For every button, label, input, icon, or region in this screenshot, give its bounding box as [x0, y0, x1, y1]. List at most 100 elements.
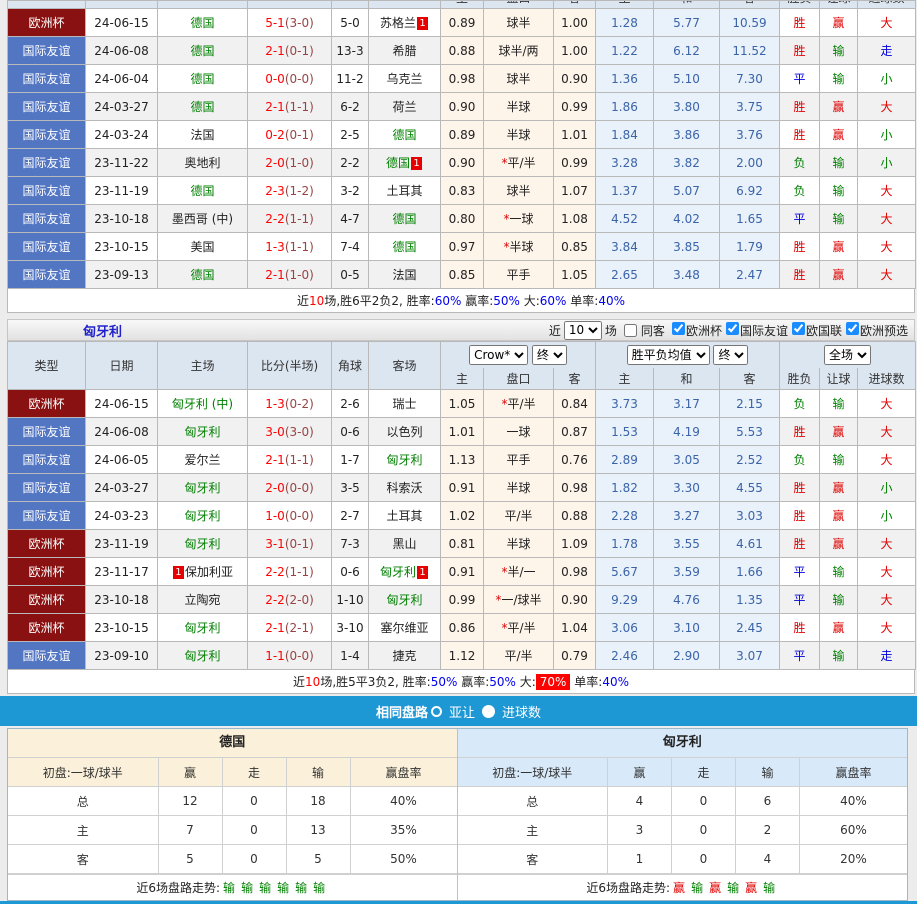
- col-subheader-cell: 进球数: [858, 368, 916, 390]
- team-name[interactable]: 捷克: [392, 649, 416, 663]
- team-name[interactable]: 法国: [190, 128, 214, 142]
- league-filter-checkbox[interactable]: [726, 322, 739, 335]
- team-name[interactable]: 土耳其: [386, 509, 422, 523]
- league-cell[interactable]: 国际友谊: [8, 37, 86, 65]
- team-name[interactable]: 美国: [190, 240, 214, 254]
- team-name[interactable]: 黑山: [392, 537, 416, 551]
- team-name[interactable]: 乌克兰: [386, 72, 422, 86]
- team-name[interactable]: 德国: [386, 156, 410, 170]
- handicap-line-text: 半球: [506, 537, 530, 551]
- team-name[interactable]: 匈牙利: [184, 649, 220, 663]
- home-team-cell: 1保加利亚: [158, 558, 248, 586]
- recent-count-select[interactable]: 10: [564, 321, 602, 340]
- corner-cell: 3-10: [332, 614, 369, 642]
- team-name[interactable]: 法国: [392, 268, 416, 282]
- league-filter-group: 欧洲杯国际友谊欧国联欧洲预选: [668, 322, 908, 339]
- team-name[interactable]: 匈牙利: [184, 481, 220, 495]
- league-filter-checkbox[interactable]: [792, 322, 805, 335]
- clipped-header-cell: 客: [720, 1, 780, 9]
- away-team-cell: 苏格兰1: [369, 9, 441, 37]
- league-filter-checkbox[interactable]: [672, 322, 685, 335]
- handicap-home-odds: 1.12: [441, 642, 484, 670]
- team-name[interactable]: 保加利亚: [185, 565, 233, 579]
- team-name[interactable]: 德国: [392, 240, 416, 254]
- date-cell: 24-03-27: [86, 474, 158, 502]
- handicap-line-text: 半球: [506, 100, 530, 114]
- team-name[interactable]: 德国: [190, 268, 214, 282]
- away-team-cell: 黑山: [369, 530, 441, 558]
- team-name[interactable]: 爱尔兰: [184, 453, 220, 467]
- team-name[interactable]: 德国: [190, 72, 214, 86]
- full-time-score: 2-2: [265, 593, 285, 607]
- stats-value: 5: [286, 845, 350, 874]
- half-time-score: (0-1): [285, 44, 314, 58]
- euro-draw-odds: 5.77: [654, 9, 720, 37]
- team-name[interactable]: 德国: [190, 100, 214, 114]
- clipped-header-cell: [248, 1, 332, 9]
- handicap-final-select[interactable]: 终: [532, 345, 567, 365]
- league-cell[interactable]: 国际友谊: [8, 418, 86, 446]
- team-name[interactable]: 苏格兰: [380, 16, 416, 30]
- wdl-average-select[interactable]: 胜平负均值: [627, 345, 710, 365]
- team-name[interactable]: 荷兰: [392, 100, 416, 114]
- hungary-team-title[interactable]: 匈牙利: [8, 321, 122, 340]
- league-cell[interactable]: 国际友谊: [8, 502, 86, 530]
- team-name[interactable]: 瑞士: [392, 397, 416, 411]
- euro-home-odds: 3.28: [596, 149, 654, 177]
- team-name[interactable]: 立陶宛: [184, 593, 220, 607]
- league-cell[interactable]: 国际友谊: [8, 233, 86, 261]
- team-name[interactable]: 德国: [392, 212, 416, 226]
- league-cell[interactable]: 国际友谊: [8, 642, 86, 670]
- asian-handicap-radio[interactable]: [431, 706, 442, 717]
- league-cell[interactable]: 国际友谊: [8, 177, 86, 205]
- team-name[interactable]: 塞尔维亚: [380, 621, 428, 635]
- league-filter-checkbox[interactable]: [846, 322, 859, 335]
- league-cell[interactable]: 国际友谊: [8, 65, 86, 93]
- team-name[interactable]: 匈牙利: [386, 593, 422, 607]
- team-name[interactable]: 匈牙利: [380, 565, 416, 579]
- team-name[interactable]: 以色列: [386, 425, 422, 439]
- league-cell[interactable]: 国际友谊: [8, 205, 86, 233]
- handicap-line: 半球: [484, 121, 554, 149]
- team-name[interactable]: 德国: [190, 184, 214, 198]
- league-cell[interactable]: 欧洲杯: [8, 390, 86, 418]
- bookmaker-select[interactable]: Crow*: [469, 345, 528, 365]
- full-match-select[interactable]: 全场: [824, 345, 871, 365]
- league-cell[interactable]: 国际友谊: [8, 121, 86, 149]
- team-name[interactable]: 德国: [392, 128, 416, 142]
- same-away-label: 同客: [641, 322, 665, 339]
- goals-radio[interactable]: [482, 705, 495, 718]
- team-name[interactable]: 匈牙利: [184, 509, 220, 523]
- corner-cell: 0-5: [332, 261, 369, 289]
- league-cell[interactable]: 欧洲杯: [8, 558, 86, 586]
- handicap-line: 半球: [484, 474, 554, 502]
- euro-draw-odds: 4.76: [654, 586, 720, 614]
- team-name[interactable]: 德国: [190, 44, 214, 58]
- team-name[interactable]: 奥地利: [184, 156, 220, 170]
- league-cell[interactable]: 国际友谊: [8, 149, 86, 177]
- league-cell[interactable]: 欧洲杯: [8, 9, 86, 37]
- stats-value: 0: [672, 845, 736, 874]
- team-name[interactable]: 墨西哥 (中): [172, 212, 233, 226]
- team-name[interactable]: 匈牙利: [184, 621, 220, 635]
- team-name[interactable]: 德国: [190, 16, 214, 30]
- league-cell[interactable]: 国际友谊: [8, 93, 86, 121]
- league-cell[interactable]: 国际友谊: [8, 446, 86, 474]
- team-name[interactable]: 匈牙利: [386, 453, 422, 467]
- team-name[interactable]: 希腊: [392, 44, 416, 58]
- team-name[interactable]: 匈牙利: [184, 537, 220, 551]
- league-cell[interactable]: 欧洲杯: [8, 530, 86, 558]
- league-cell[interactable]: 国际友谊: [8, 261, 86, 289]
- euro-final-select[interactable]: 终: [713, 345, 748, 365]
- same-away-checkbox[interactable]: [624, 324, 637, 337]
- team-name[interactable]: 匈牙利: [184, 425, 220, 439]
- team-name[interactable]: 科索沃: [386, 481, 422, 495]
- league-cell[interactable]: 国际友谊: [8, 474, 86, 502]
- team-name[interactable]: 匈牙利 (中): [172, 397, 233, 411]
- away-team-cell: 匈牙利: [369, 446, 441, 474]
- summary-segment: 40%: [602, 675, 629, 689]
- league-cell[interactable]: 欧洲杯: [8, 586, 86, 614]
- league-cell[interactable]: 欧洲杯: [8, 614, 86, 642]
- handicap-away-odds: 1.08: [554, 205, 596, 233]
- team-name[interactable]: 土耳其: [386, 184, 422, 198]
